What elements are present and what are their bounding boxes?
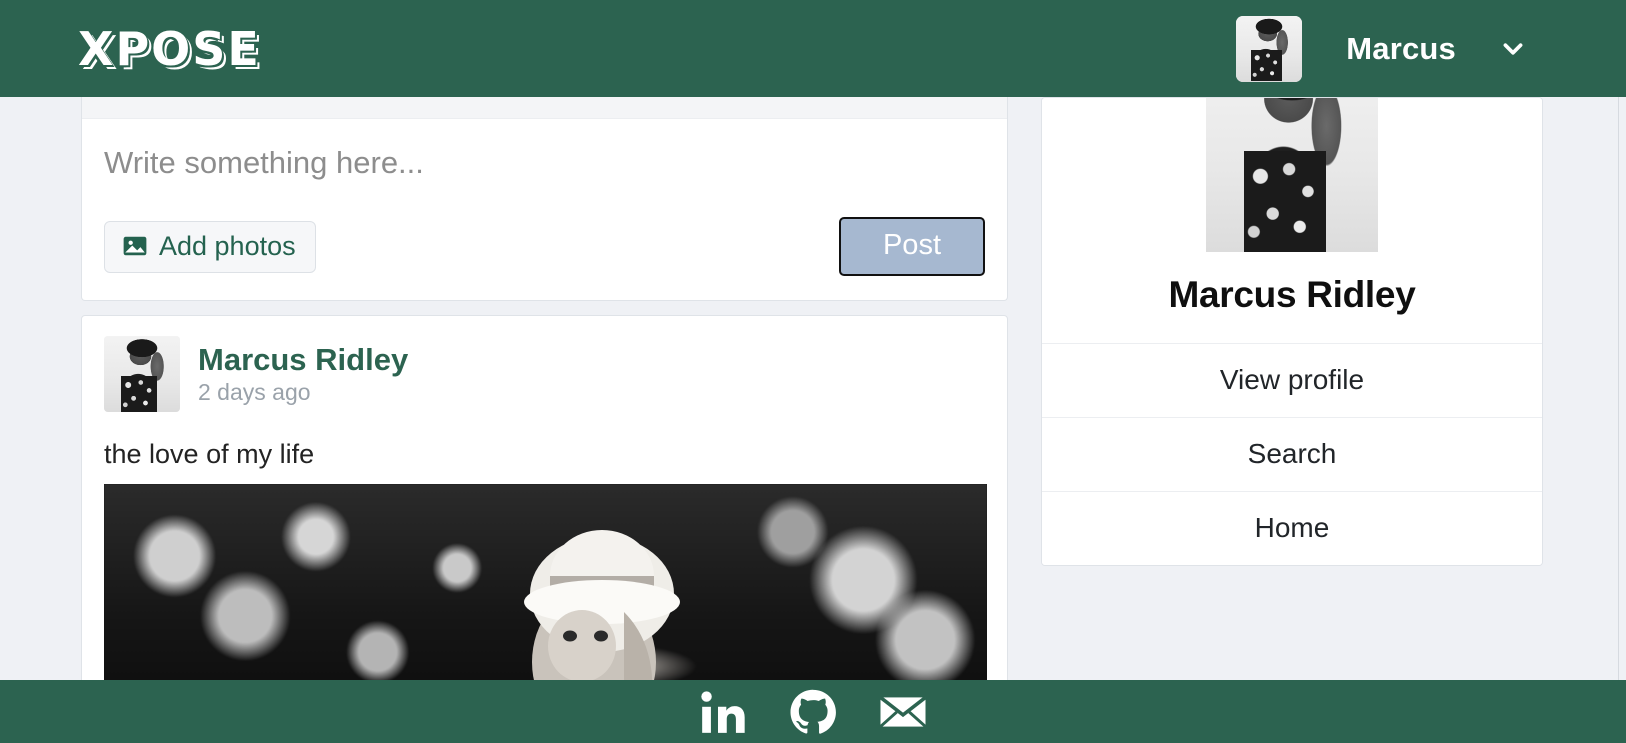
avatar-image	[1236, 15, 1303, 82]
sidebar-item-search[interactable]: Search	[1042, 418, 1542, 492]
post-author-avatar[interactable]	[104, 336, 180, 412]
add-photos-label: Add photos	[159, 230, 296, 261]
site-header: XPOSE Marcus	[0, 0, 1626, 97]
page-scrollbar[interactable]	[1618, 97, 1626, 680]
profile-photo-image	[1206, 98, 1378, 252]
app-root: XPOSE Marcus Write something here... Add…	[0, 0, 1626, 743]
avatar-image	[104, 336, 180, 412]
composer-actions: Add photos Post	[104, 217, 985, 276]
image-icon	[123, 236, 147, 256]
email-link[interactable]	[878, 687, 928, 737]
site-footer	[0, 680, 1626, 743]
post-author-name[interactable]: Marcus Ridley	[198, 342, 408, 378]
composer-body: Add photos Post	[82, 119, 1007, 300]
add-photos-button[interactable]: Add photos	[104, 220, 316, 273]
profile-menu: View profile Search Home	[1042, 343, 1542, 565]
linkedin-icon	[701, 690, 745, 733]
header-avatar[interactable]	[1236, 15, 1303, 82]
post-meta: Marcus Ridley 2 days ago	[198, 342, 408, 405]
chevron-down-icon[interactable]	[1500, 36, 1526, 62]
brand-logo-link[interactable]: XPOSE	[78, 0, 267, 97]
profile-photo-wrap	[1042, 98, 1542, 252]
sidebar-item-home[interactable]: Home	[1042, 492, 1542, 565]
sidebar-column: Marcus Ridley View profile Search Home	[1041, 97, 1543, 566]
brand-logo-text: XPOSE	[78, 21, 261, 76]
sidebar-item-view-profile[interactable]: View profile	[1042, 344, 1542, 418]
post-button[interactable]: Post	[838, 217, 985, 276]
email-icon	[879, 695, 927, 728]
profile-photo[interactable]	[1206, 98, 1378, 252]
page-body: Add photos Post Marcus Ridley 2 days ago	[0, 97, 1618, 743]
profile-name: Marcus Ridley	[1168, 274, 1416, 315]
composer-input[interactable]	[104, 145, 985, 181]
header-user-menu[interactable]: Marcus	[1236, 15, 1526, 82]
header-user-name: Marcus	[1346, 30, 1456, 66]
feed-column: Add photos Post Marcus Ridley 2 days ago	[81, 97, 1008, 726]
linkedin-link[interactable]	[698, 687, 748, 737]
composer-top-strip	[82, 97, 1007, 119]
post-composer-card: Add photos Post	[81, 97, 1008, 301]
github-link[interactable]	[788, 687, 838, 737]
profile-card: Marcus Ridley View profile Search Home	[1041, 97, 1543, 566]
post-card: Marcus Ridley 2 days ago the love of my …	[81, 315, 1008, 726]
post-timestamp: 2 days ago	[198, 378, 311, 405]
github-icon	[790, 689, 836, 734]
post-text: the love of my life	[104, 439, 315, 469]
post-header: Marcus Ridley 2 days ago	[104, 336, 985, 412]
